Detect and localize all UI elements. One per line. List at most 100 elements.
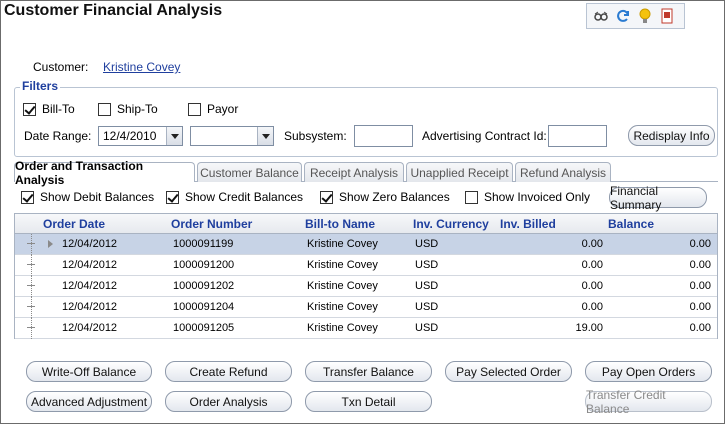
cell-currency: USD (415, 301, 439, 313)
table-row[interactable]: 12/04/2012 1000091204 Kristine Covey USD… (15, 297, 717, 318)
show-zero-checkbox-box[interactable] (320, 190, 333, 204)
financial-summary-button[interactable]: Financial Summary (609, 184, 707, 212)
expand-icon[interactable] (27, 243, 35, 244)
date-to-select[interactable] (190, 126, 274, 146)
tab-strip: Order and Transaction Analysis Customer … (14, 159, 611, 187)
cell-bill-to-name: Kristine Covey (307, 322, 378, 334)
cell-order-date: 12/04/2012 (62, 238, 118, 250)
payor-checkbox-box[interactable] (188, 102, 201, 116)
cell-inv-billed: 0.00 (581, 301, 603, 313)
payor-label: Payor (207, 102, 239, 116)
tab-receipt-analysis[interactable]: Receipt Analysis (304, 162, 404, 182)
transfer-balance-button[interactable]: Transfer Balance (305, 361, 432, 382)
table-row[interactable]: 12/04/2012 1000091205 Kristine Covey USD… (15, 318, 717, 339)
show-invoiced-checkbox[interactable]: Show Invoiced Only (465, 190, 590, 204)
cell-bill-to-name: Kristine Covey (307, 259, 378, 271)
cell-inv-billed: 0.00 (581, 280, 603, 292)
tab-customer-balance[interactable]: Customer Balance (197, 162, 302, 182)
show-debit-checkbox-box[interactable] (21, 190, 34, 204)
col-inv-billed[interactable]: Inv. Billed (500, 217, 556, 231)
col-inv-currency[interactable]: Inv. Currency (413, 217, 489, 231)
cell-bill-to-name: Kristine Covey (307, 238, 378, 250)
refresh-icon[interactable] (615, 8, 631, 24)
expand-icon[interactable] (27, 306, 35, 307)
col-bill-to-name[interactable]: Bill-to Name (305, 217, 375, 231)
date-from-select[interactable]: 12/4/2010 (98, 126, 183, 146)
cell-order-date: 12/04/2012 (62, 322, 118, 334)
chevron-down-icon[interactable] (166, 127, 182, 145)
cell-order-number: 1000091202 (173, 280, 235, 292)
row-indicator-icon (48, 240, 53, 248)
cell-currency: USD (415, 322, 439, 334)
cell-bill-to-name: Kristine Covey (307, 301, 378, 313)
cell-balance: 0.00 (689, 238, 711, 250)
date-from-value: 12/4/2010 (103, 129, 157, 143)
document-icon[interactable] (659, 8, 675, 24)
show-zero-label: Show Zero Balances (339, 190, 450, 204)
cell-balance: 0.00 (689, 322, 711, 334)
lightbulb-icon[interactable] (637, 8, 653, 24)
customer-link[interactable]: Kristine Covey (103, 60, 180, 74)
transfer-credit-balance-button[interactable]: Transfer Credit Balance (585, 388, 712, 416)
tree-line (31, 318, 32, 339)
col-order-number[interactable]: Order Number (171, 217, 252, 231)
redisplay-info-button[interactable]: Redisplay Info (628, 125, 715, 146)
order-analysis-button[interactable]: Order Analysis (165, 391, 292, 412)
cell-inv-billed: 19.00 (575, 322, 603, 334)
cell-balance: 0.00 (689, 301, 711, 313)
show-credit-checkbox-box[interactable] (166, 190, 179, 204)
filters-legend: Filters (20, 79, 61, 93)
create-refund-button[interactable]: Create Refund (165, 361, 292, 382)
table-row[interactable]: 12/04/2012 1000091202 Kristine Covey USD… (15, 276, 717, 297)
tab-refund-analysis[interactable]: Refund Analysis (515, 162, 611, 182)
cell-order-date: 12/04/2012 (62, 301, 118, 313)
glasses-icon[interactable] (593, 8, 609, 24)
cell-order-number: 1000091204 (173, 301, 235, 313)
col-order-date[interactable]: Order Date (43, 217, 105, 231)
ad-contract-label: Advertising Contract Id: (422, 129, 547, 143)
show-invoiced-checkbox-box[interactable] (465, 190, 478, 204)
col-balance[interactable]: Balance (608, 217, 654, 231)
tab-order-transaction-analysis[interactable]: Order and Transaction Analysis (14, 159, 195, 187)
txn-detail-button[interactable]: Txn Detail (305, 391, 432, 412)
show-credit-label: Show Credit Balances (185, 190, 304, 204)
expand-icon[interactable] (27, 264, 35, 265)
cell-order-number: 1000091205 (173, 322, 235, 334)
bill-to-checkbox-box[interactable] (23, 102, 36, 116)
chevron-down-icon[interactable] (257, 127, 273, 145)
bill-to-checkbox[interactable]: Bill-To (23, 102, 75, 116)
show-zero-checkbox[interactable]: Show Zero Balances (320, 190, 450, 204)
advanced-adjustment-button[interactable]: Advanced Adjustment (26, 391, 152, 412)
expand-icon[interactable] (27, 327, 35, 328)
table-row[interactable]: 12/04/2012 1000091200 Kristine Covey USD… (15, 255, 717, 276)
ship-to-checkbox[interactable]: Ship-To (98, 102, 158, 116)
subsystem-input[interactable] (354, 125, 413, 147)
pay-open-orders-button[interactable]: Pay Open Orders (585, 361, 712, 382)
ad-contract-input[interactable] (548, 125, 607, 147)
cell-order-number: 1000091200 (173, 259, 235, 271)
cell-balance: 0.00 (689, 280, 711, 292)
expand-icon[interactable] (27, 285, 35, 286)
cell-inv-billed: 0.00 (581, 238, 603, 250)
ship-to-checkbox-box[interactable] (98, 102, 111, 116)
tree-line (31, 255, 32, 276)
page-title: Customer Financial Analysis (4, 2, 223, 19)
cell-currency: USD (415, 280, 439, 292)
cell-order-date: 12/04/2012 (62, 280, 118, 292)
orders-grid: Order Date Order Number Bill-to Name Inv… (14, 213, 718, 339)
show-credit-checkbox[interactable]: Show Credit Balances (166, 190, 303, 204)
cell-order-date: 12/04/2012 (62, 259, 118, 271)
tab-unapplied-receipt[interactable]: Unapplied Receipt (406, 162, 513, 182)
payor-checkbox[interactable]: Payor (188, 102, 238, 116)
cell-currency: USD (415, 238, 439, 250)
bill-to-label: Bill-To (42, 102, 75, 116)
pay-selected-order-button[interactable]: Pay Selected Order (445, 361, 572, 382)
cell-balance: 0.00 (689, 259, 711, 271)
cell-bill-to-name: Kristine Covey (307, 280, 378, 292)
table-row[interactable]: 12/04/2012 1000091199 Kristine Covey USD… (15, 234, 717, 255)
toolbar (586, 3, 685, 29)
ship-to-label: Ship-To (117, 102, 158, 116)
show-debit-label: Show Debit Balances (40, 190, 155, 204)
show-debit-checkbox[interactable]: Show Debit Balances (21, 190, 154, 204)
write-off-balance-button[interactable]: Write-Off Balance (26, 361, 152, 382)
